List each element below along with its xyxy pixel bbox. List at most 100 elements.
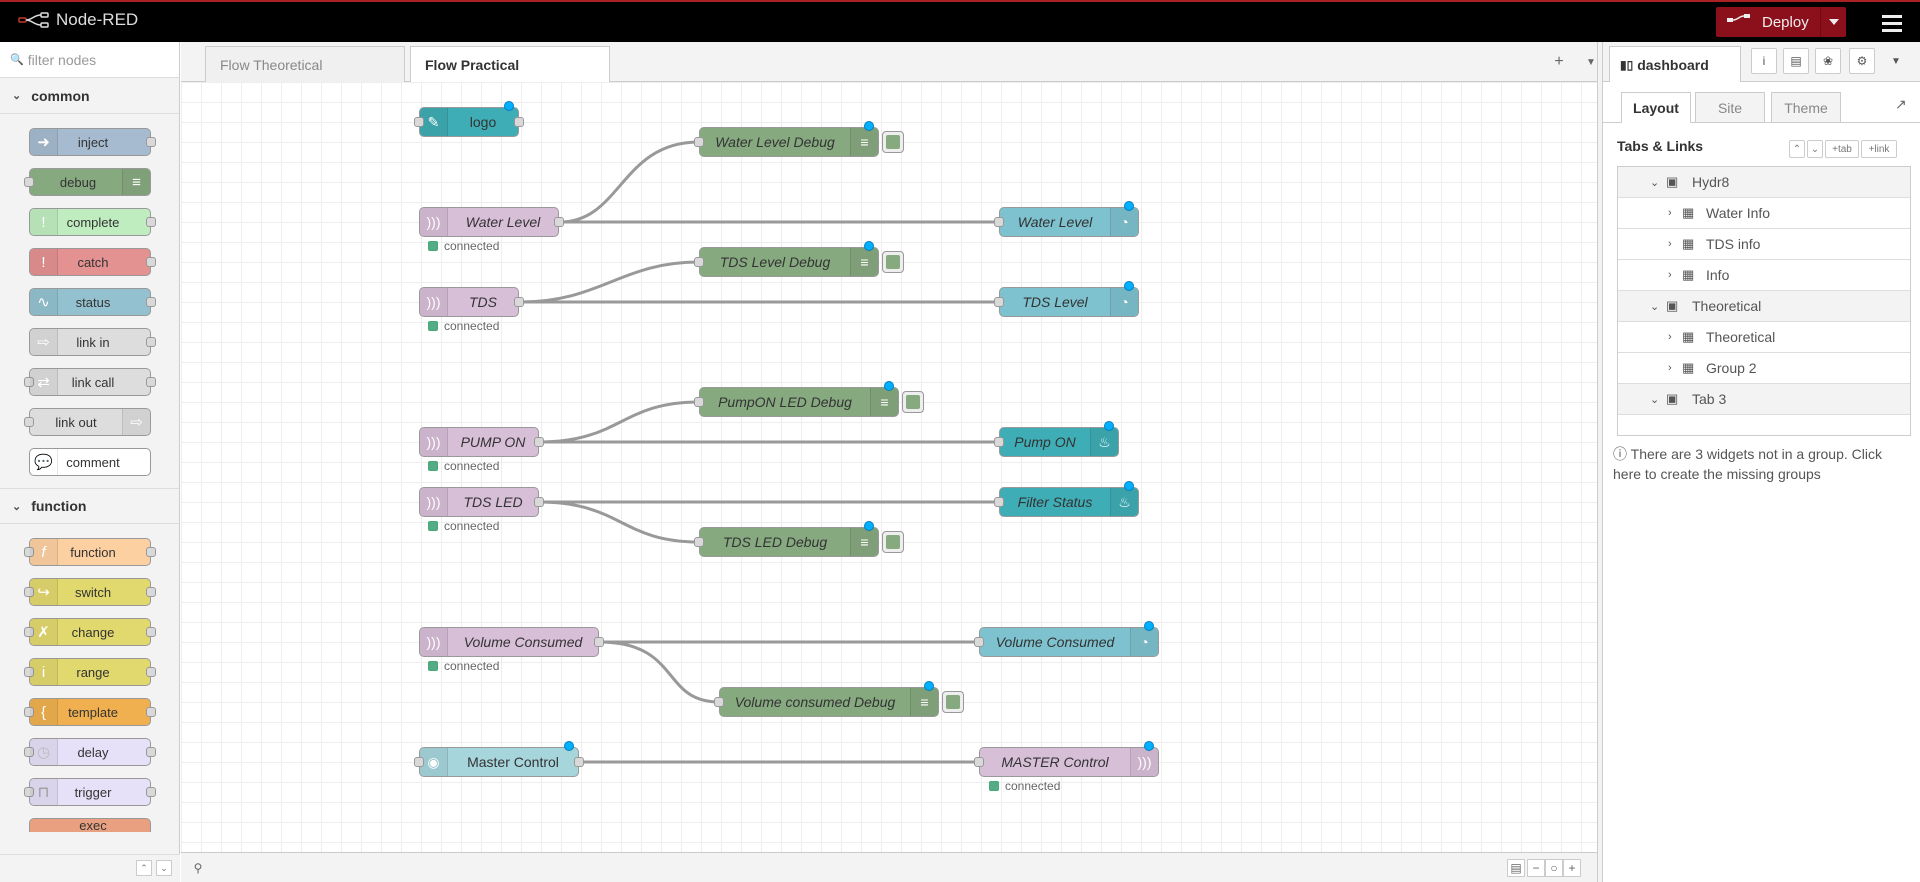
search-flows-icon[interactable]: ⚲ bbox=[189, 859, 207, 877]
palette-node-catch[interactable]: ! catch bbox=[29, 248, 156, 276]
node-mqtt-in-water-level[interactable]: ))) Water Level bbox=[419, 207, 564, 237]
node-led-pump-on[interactable]: Pump ON ♨ bbox=[994, 421, 1119, 457]
palette-node-complete[interactable]: ! complete bbox=[29, 208, 156, 236]
palette-node-inject[interactable]: ➜ inject bbox=[29, 128, 156, 156]
category-common-list: ➜ inject debug ≡ ! complete ! catch ∿ status … bbox=[0, 114, 179, 476]
gear-icon[interactable]: ⚙ bbox=[1849, 48, 1875, 74]
palette-node-template[interactable]: {template bbox=[24, 698, 156, 726]
node-volume-debug[interactable]: Volume consumed Debug ≡ bbox=[714, 681, 964, 717]
palette-node-trigger[interactable]: ⊓ trigger bbox=[24, 778, 156, 806]
tree-group-water-info[interactable]: › ▦ Water Info bbox=[1618, 198, 1910, 229]
palette-node-link-call[interactable]: ⇄ link call bbox=[24, 368, 156, 396]
add-flow-icon[interactable]: + bbox=[1547, 50, 1571, 74]
changed-dot bbox=[564, 741, 574, 751]
palette-node-comment[interactable]: 💬 comment bbox=[29, 448, 151, 476]
category-header-function[interactable]: ⌄ function bbox=[0, 488, 179, 524]
add-link-button[interactable]: + link bbox=[1861, 140, 1897, 158]
tab-flow-practical[interactable]: Flow Practical bbox=[410, 46, 610, 83]
palette-node-debug[interactable]: debug ≡ bbox=[24, 168, 151, 196]
zoom-in-icon[interactable]: + bbox=[1563, 859, 1581, 877]
tree-group-theoretical[interactable]: › ▦ Theoretical bbox=[1618, 322, 1910, 353]
tree-tab-hydr8[interactable]: ⌄ ▣ Hydr8 bbox=[1618, 167, 1910, 198]
node-tds-led-debug[interactable]: TDS LED Debug ≡ bbox=[694, 521, 904, 557]
node-status: connected bbox=[428, 239, 499, 253]
palette-node-change[interactable]: ✗ change bbox=[24, 618, 156, 646]
node-mqtt-in-pump-on[interactable]: ))) PUMP ON bbox=[419, 427, 544, 457]
subtab-theme[interactable]: Theme bbox=[1771, 92, 1841, 122]
main-menu-button[interactable] bbox=[1878, 10, 1906, 36]
node-label: TDS Level bbox=[1022, 294, 1088, 310]
tree-group-info[interactable]: › ▦ Info bbox=[1618, 260, 1910, 291]
book-icon[interactable]: ▤ bbox=[1783, 48, 1809, 74]
palette-node-status[interactable]: ∿ status bbox=[29, 288, 156, 316]
function-icon: f bbox=[30, 539, 58, 565]
subtab-layout[interactable]: Layout bbox=[1621, 92, 1691, 123]
subtab-site[interactable]: Site bbox=[1695, 92, 1765, 122]
missing-groups-notice[interactable]: ⓘ There are 3 widgets not in a group. Cl… bbox=[1613, 444, 1913, 484]
debug-toggle-button[interactable] bbox=[882, 531, 904, 553]
palette-node-range[interactable]: i range bbox=[24, 658, 156, 686]
debug-toggle-button[interactable] bbox=[882, 251, 904, 273]
expand-all-icon[interactable]: ⌄ bbox=[156, 860, 172, 876]
deploy-icon bbox=[1726, 13, 1752, 31]
node-water-level-debug[interactable]: Water Level Debug ≡ bbox=[694, 121, 904, 157]
node-mqtt-out-master-control[interactable]: MASTER Control))) bbox=[974, 741, 1159, 777]
palette-node-link-out[interactable]: link out ⇨ bbox=[24, 408, 151, 436]
tree-group-tds-info[interactable]: › ▦ TDS info bbox=[1618, 229, 1910, 260]
node-gauge-water-level[interactable]: Water Level ◔ bbox=[994, 201, 1139, 237]
node-mqtt-in-tds[interactable]: ))) TDS bbox=[419, 287, 524, 317]
debug-toggle-button[interactable] bbox=[882, 131, 904, 153]
add-tab-button[interactable]: + tab bbox=[1825, 140, 1859, 158]
palette-filter[interactable]: 🔍 filter nodes bbox=[0, 42, 179, 78]
zoom-reset-icon[interactable]: ○ bbox=[1545, 859, 1563, 877]
flow-canvas[interactable]: ✎ logo Water Level Debug ≡ ))) Water Level … bbox=[181, 82, 1597, 852]
info-icon[interactable]: i bbox=[1751, 48, 1777, 74]
navigator-icon[interactable]: ▤ bbox=[1507, 859, 1525, 877]
deploy-options-button[interactable] bbox=[1820, 7, 1846, 37]
palette-node-label: exec bbox=[79, 818, 107, 832]
node-switch-master-control[interactable]: ◉ Master Control bbox=[414, 741, 584, 777]
node-gauge-volume[interactable]: Volume Consumed ◔ bbox=[974, 621, 1159, 657]
palette-node-exec[interactable]: exec bbox=[29, 818, 151, 832]
tab-flow-theoretical[interactable]: Flow Theoretical bbox=[205, 46, 405, 82]
node-label: Water Level Debug bbox=[715, 134, 835, 150]
node-mqtt-in-tds-led[interactable]: ))) TDS LED bbox=[419, 487, 544, 517]
tree-tab-tab-3[interactable]: ⌄ ▣ Tab 3 bbox=[1618, 384, 1910, 415]
zoom-out-icon[interactable]: − bbox=[1527, 859, 1545, 877]
palette-filter-input[interactable]: filter nodes bbox=[28, 52, 96, 68]
node-logo[interactable]: ✎ logo bbox=[414, 101, 524, 137]
link-in-icon: ⇨ bbox=[30, 329, 58, 355]
palette-node-delay[interactable]: ◷ delay bbox=[24, 738, 156, 766]
tree-tab-theoretical[interactable]: ⌄ ▣ Theoretical bbox=[1618, 291, 1910, 322]
palette-node-switch[interactable]: ↪ switch bbox=[24, 578, 156, 606]
debug-icon: ≡ bbox=[122, 169, 150, 195]
delay-icon: ◷ bbox=[30, 739, 58, 765]
tab-label: Flow Practical bbox=[425, 57, 520, 73]
node-led-filter-status[interactable]: Filter Status ♨ bbox=[994, 481, 1139, 517]
category-header-common[interactable]: ⌄ common bbox=[0, 78, 179, 114]
changed-dot bbox=[864, 521, 874, 531]
debug-toggle-button[interactable] bbox=[902, 391, 924, 413]
palette-node-link-in[interactable]: ⇨ link in bbox=[29, 328, 156, 356]
node-tds-level-debug[interactable]: TDS Level Debug ≡ bbox=[694, 241, 904, 277]
caret-down-icon[interactable]: ▼ bbox=[1883, 48, 1909, 74]
changed-dot bbox=[924, 681, 934, 691]
hamburger-icon bbox=[1882, 14, 1902, 18]
tab-dashboard[interactable]: ▮▯ dashboard bbox=[1609, 46, 1741, 82]
debug-toggle-button[interactable] bbox=[942, 691, 964, 713]
bug-icon[interactable]: ❀ bbox=[1815, 48, 1841, 74]
node-gauge-tds-level[interactable]: TDS Level ◔ bbox=[994, 281, 1139, 317]
node-mqtt-in-volume[interactable]: ))) Volume Consumed bbox=[419, 627, 604, 657]
node-pumpon-led-debug[interactable]: PumpON LED Debug ≡ bbox=[694, 381, 924, 417]
expand-icon[interactable]: ⌄ bbox=[1807, 140, 1823, 158]
tree-group-group-2[interactable]: › ▦ Group 2 bbox=[1618, 353, 1910, 384]
external-link-icon[interactable]: ↗ bbox=[1895, 96, 1907, 113]
palette-node-function[interactable]: f function bbox=[24, 538, 156, 566]
deploy-button[interactable]: Deploy bbox=[1716, 7, 1846, 37]
tab-label: Flow Theoretical bbox=[220, 56, 323, 73]
collapse-icon[interactable]: ⌃ bbox=[1789, 140, 1805, 158]
collapse-all-icon[interactable]: ⌃ bbox=[136, 860, 152, 876]
search-icon: 🔍 bbox=[10, 54, 24, 66]
sidebar: ▮▯ dashboard i ▤ ❀ ⚙ ▼ Layout Site Theme … bbox=[1602, 42, 1920, 882]
status-dot-icon bbox=[428, 241, 438, 251]
